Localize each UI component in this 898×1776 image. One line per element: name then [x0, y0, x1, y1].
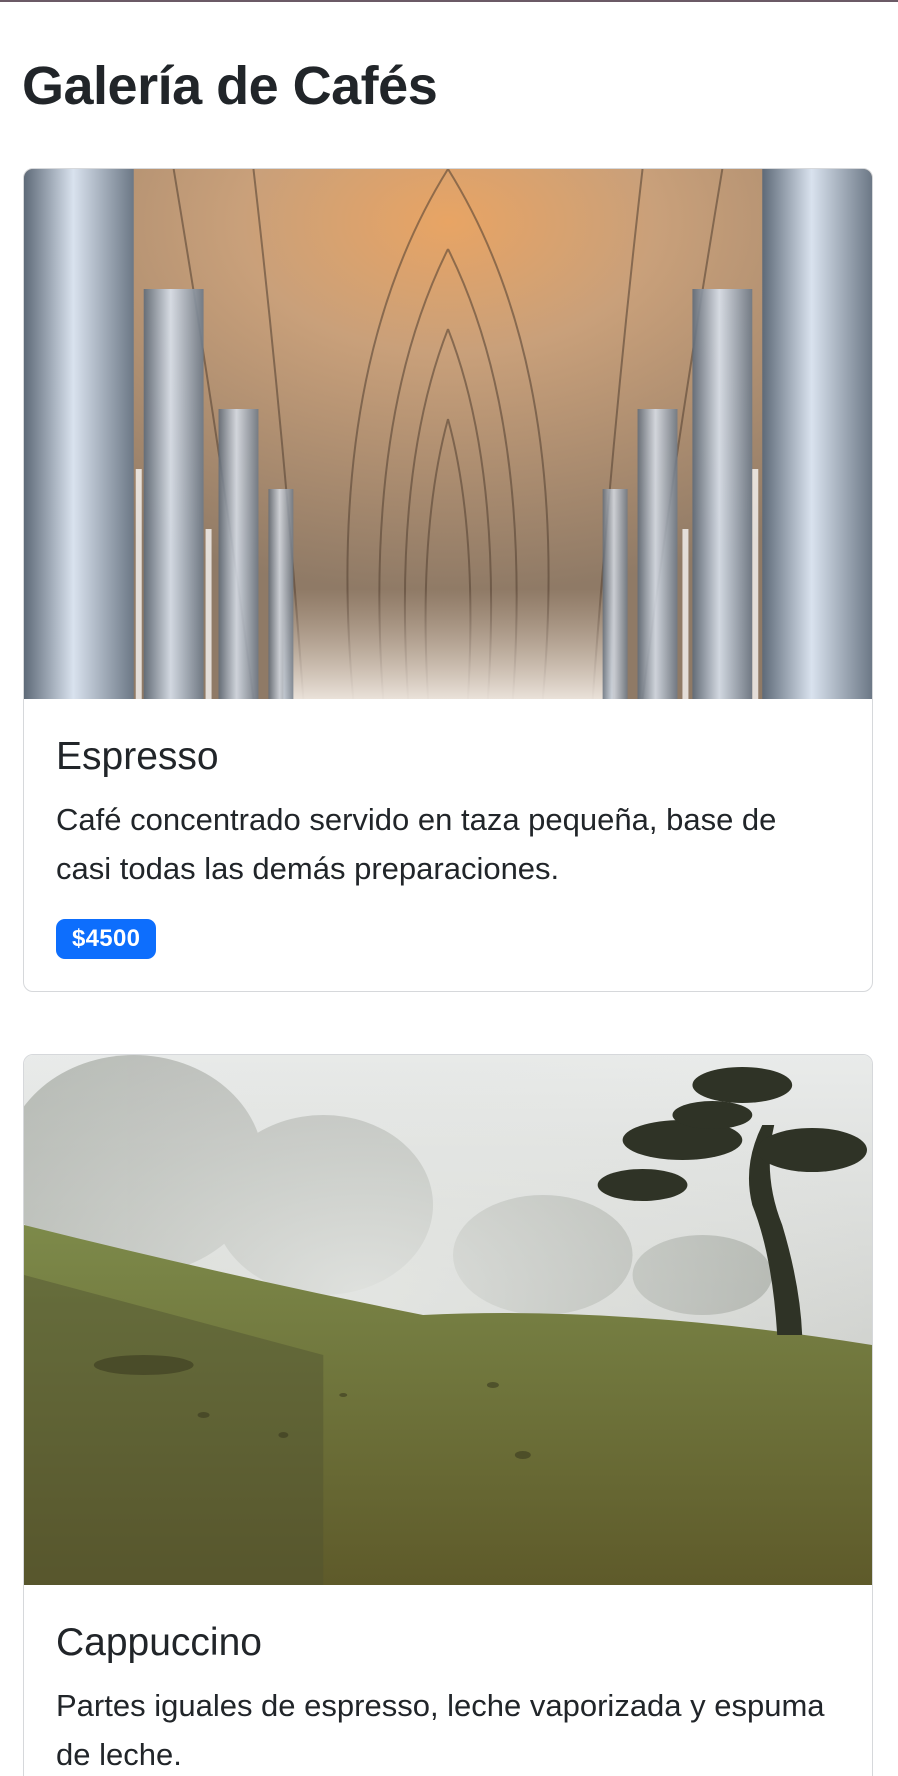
card-image	[24, 169, 872, 699]
page-title: Galería de Cafés	[22, 56, 438, 116]
card-title: Espresso	[56, 735, 219, 778]
card-body: Cappuccino Partes iguales de espresso, l…	[24, 1585, 872, 1776]
coffee-card-espresso: Espresso Café concentrado servido en taz…	[23, 168, 873, 992]
card-description: Partes iguales de espresso, leche vapori…	[56, 1688, 825, 1772]
cathedral-vault-image	[24, 169, 872, 699]
price-badge: $4500	[56, 919, 157, 959]
foggy-tree-image	[24, 1055, 872, 1585]
card-description: Café concentrado servido en taza pequeña…	[56, 802, 777, 886]
card-body: Espresso Café concentrado servido en taz…	[24, 699, 872, 991]
card-image	[24, 1055, 872, 1585]
card-title: Cappuccino	[56, 1621, 262, 1664]
top-border-line	[0, 0, 898, 2]
coffee-card-cappuccino: Cappuccino Partes iguales de espresso, l…	[23, 1054, 873, 1776]
